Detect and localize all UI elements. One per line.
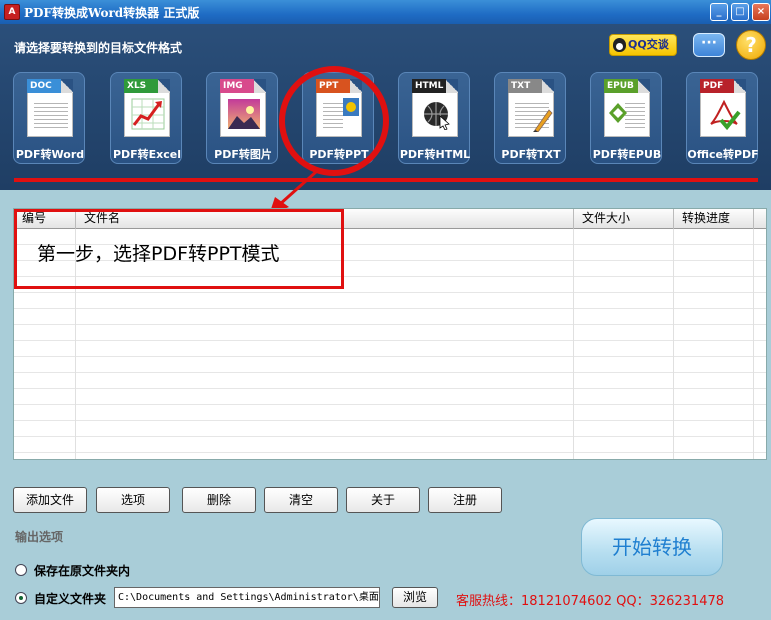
xls-file-icon: XLS (124, 79, 170, 137)
format-tile-html[interactable]: HTML PDF转HTML (398, 72, 470, 164)
format-label: PDF转TXT (501, 148, 561, 161)
column-progress[interactable]: 转换进度 (674, 209, 754, 229)
format-badge: TXT (508, 79, 544, 93)
format-badge: PDF (700, 79, 736, 93)
doc-file-icon: DOC (27, 79, 73, 137)
label-custom-folder[interactable]: 自定义文件夹 (34, 590, 106, 607)
format-tile-epub[interactable]: EPUB PDF转EPUB (590, 72, 662, 164)
format-label: PDF转Word (15, 148, 85, 161)
qq-chat-button[interactable]: QQ交谈 (609, 34, 677, 56)
start-conversion-button[interactable]: 开始转换 (581, 518, 723, 576)
format-tile-excel[interactable]: XLS PDF转Excel (110, 72, 182, 164)
format-tile-txt[interactable]: TXT PDF转TXT (494, 72, 566, 164)
format-tile-image[interactable]: IMG PDF转图片 (206, 72, 278, 164)
format-badge: HTML (412, 79, 450, 93)
options-button[interactable]: 选项 (96, 487, 170, 513)
step-annotation-text: 第一步，选择PDF转PPT模式 (37, 243, 280, 265)
highlight-circle (279, 66, 389, 176)
app-icon: A (4, 4, 20, 20)
pdf-file-icon: PDF (700, 79, 746, 137)
format-badge: EPUB (604, 79, 642, 93)
title-bar: A PDF转换成Word转换器 正式版 _ □ × (0, 0, 771, 24)
column-filesize[interactable]: 文件大小 (574, 209, 674, 229)
about-button[interactable]: 关于 (346, 487, 420, 513)
help-icon[interactable]: ? (736, 30, 766, 60)
output-path-input[interactable]: C:\Documents and Settings\Administrator\… (114, 587, 380, 608)
label-original-folder[interactable]: 保存在原文件夹内 (34, 562, 130, 579)
epub-file-icon: EPUB (604, 79, 650, 137)
register-button[interactable]: 注册 (428, 487, 502, 513)
format-badge: XLS (124, 79, 160, 93)
format-badge: IMG (220, 79, 256, 93)
format-label: PDF转EPUB (592, 148, 662, 161)
step-annotation-box: 第一步，选择PDF转PPT模式 (14, 209, 344, 289)
clear-button[interactable]: 清空 (264, 487, 338, 513)
format-label: PDF转Excel (112, 148, 182, 161)
html-file-icon: HTML (412, 79, 458, 137)
radio-custom-folder[interactable] (15, 592, 27, 604)
browse-button[interactable]: 浏览 (392, 587, 438, 608)
close-button[interactable]: × (752, 3, 770, 21)
qq-chat-label: QQ交谈 (628, 38, 669, 51)
format-label: PDF转图片 (214, 148, 272, 161)
txt-file-icon: TXT (508, 79, 554, 137)
img-file-icon: IMG (220, 79, 266, 137)
highlight-underline (14, 178, 758, 182)
format-tile-word[interactable]: DOC PDF转Word (13, 72, 85, 164)
format-badge: DOC (27, 79, 63, 93)
chat-bubble-icon[interactable]: ··· (693, 33, 725, 57)
add-file-button[interactable]: 添加文件 (13, 487, 87, 513)
window-title: PDF转换成Word转换器 正式版 (24, 6, 200, 20)
qq-penguin-icon (613, 38, 626, 52)
format-label: PDF转HTML (399, 148, 471, 161)
output-options-title: 输出选项 (15, 530, 64, 544)
radio-original-folder[interactable] (15, 564, 27, 576)
minimize-button[interactable]: _ (710, 3, 728, 21)
delete-button[interactable]: 删除 (182, 487, 256, 513)
support-hotline: 客服热线：18121074602 QQ：326231478 (456, 594, 725, 609)
format-tile-office-pdf[interactable]: PDF Office转PDF (686, 72, 759, 164)
format-prompt: 请选择要转换到的目标文件格式 (14, 41, 183, 55)
maximize-button[interactable]: □ (731, 3, 749, 21)
format-label: Office转PDF (687, 148, 759, 161)
